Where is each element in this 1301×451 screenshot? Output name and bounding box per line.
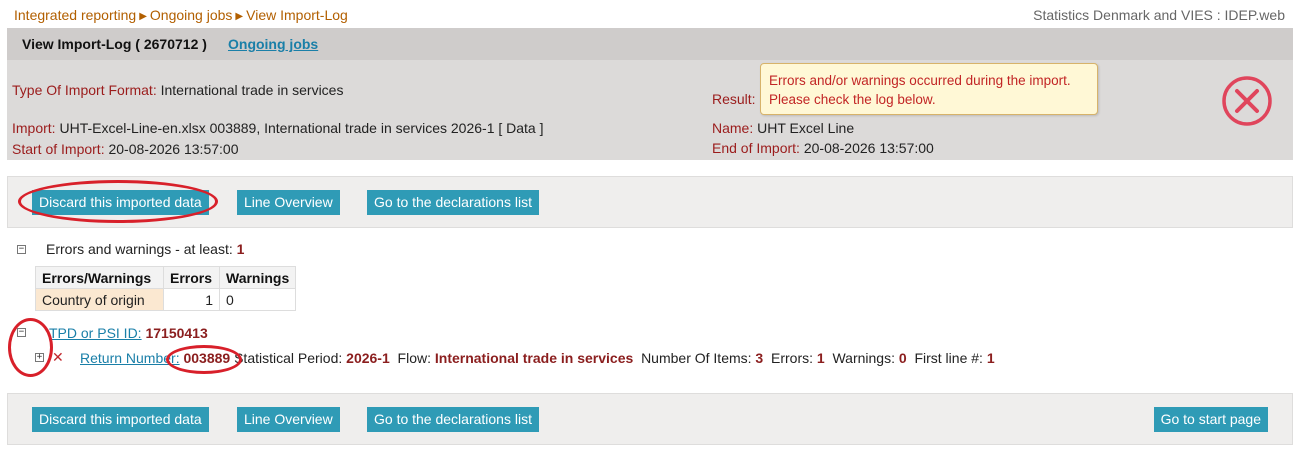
end-of-import-label: End of Import: — [712, 140, 800, 156]
table-cell-warnings: 0 — [218, 288, 297, 311]
page-title: View Import-Log ( 2670712 ) — [22, 36, 207, 52]
return-number-value: 003889 — [183, 350, 231, 366]
table-row: Country of origin 1 0 — [35, 288, 297, 311]
statistical-period-label: Statistical Period: — [234, 350, 343, 366]
start-page-button[interactable]: Go to start page — [1153, 407, 1268, 432]
end-of-import-row: End of Import: 20-08-2026 13:57:00 — [712, 140, 934, 156]
start-of-import-value: 20-08-2026 13:57:00 — [108, 141, 239, 157]
import-file-row: Import: UHT-Excel-Line-en.xlsx 003889, I… — [12, 120, 544, 136]
statistical-period-value: 2026-1 — [346, 350, 390, 366]
import-format-label: Type Of Import Format: — [12, 82, 157, 98]
name-row: Name: UHT Excel Line — [712, 120, 854, 136]
ongoing-jobs-link[interactable]: Ongoing jobs — [228, 36, 318, 52]
bottom-button-bar: Discard this imported data Line Overview… — [7, 393, 1293, 445]
line-overview-button-bottom[interactable]: Line Overview — [237, 407, 340, 432]
errors-warnings-count: 1 — [236, 241, 245, 257]
top-button-bar: Discard this imported data Line Overview… — [7, 176, 1293, 228]
breadcrumb: Integrated reporting ▶ Ongoing jobs ▶ View I… — [14, 7, 348, 23]
start-of-import-row: Start of Import: 20-08-2026 13:57:00 — [12, 141, 238, 157]
tpd-link[interactable]: TPD or PSI ID: — [49, 325, 142, 341]
breadcrumb-ongoing-jobs[interactable]: Ongoing jobs — [150, 7, 233, 23]
site-title: Statistics Denmark and VIES : IDEP.web — [1033, 7, 1285, 23]
name-label: Name: — [712, 120, 754, 136]
result-label: Result: — [712, 91, 756, 107]
top-bar: Integrated reporting ▶ Ongoing jobs ▶ View I… — [0, 0, 1301, 28]
breadcrumb-view-import-log[interactable]: View Import-Log — [246, 7, 348, 23]
column-header-warnings: Warnings — [218, 266, 297, 289]
expand-return-icon[interactable]: + — [35, 353, 44, 362]
table-cell-category: Country of origin — [35, 288, 164, 311]
import-info-panel: Type Of Import Format: International tra… — [7, 60, 1293, 160]
line-overview-button[interactable]: Line Overview — [237, 190, 340, 215]
errors-warnings-table: Errors/Warnings Errors Warnings Country … — [35, 266, 297, 311]
start-of-import-label: Start of Import: — [12, 141, 105, 157]
warnings-value: 0 — [898, 350, 907, 366]
return-row: Return Number: 003889 Statistical Period… — [80, 350, 995, 366]
return-number-link[interactable]: Return Number: — [80, 350, 180, 366]
number-of-items-label: Number Of Items: — [641, 350, 752, 366]
breadcrumb-integrated-reporting[interactable]: Integrated reporting — [14, 7, 136, 23]
alert-line-2: Please check the log below. — [769, 92, 936, 107]
errors-warnings-label: Errors and warnings - at least: — [46, 241, 233, 257]
errors-warnings-summary: Errors and warnings - at least: 1 — [46, 241, 244, 257]
discard-imported-data-button[interactable]: Discard this imported data — [32, 190, 209, 215]
alert-line-1: Errors and/or warnings occurred during t… — [769, 73, 1071, 88]
flow-value: International trade in services — [434, 350, 634, 366]
header-band: View Import-Log ( 2670712 ) Ongoing jobs — [7, 28, 1293, 60]
end-of-import-value: 20-08-2026 13:57:00 — [803, 140, 934, 156]
collapse-tpd-icon[interactable]: − — [17, 328, 26, 337]
warnings-label: Warnings: — [832, 350, 895, 366]
name-value: UHT Excel Line — [757, 120, 855, 136]
import-format-value: International trade in services — [160, 82, 344, 98]
red-x-icon: ✕ — [52, 349, 64, 365]
number-of-items-value: 3 — [755, 350, 764, 366]
import-warning-alert: Errors and/or warnings occurred during t… — [760, 63, 1098, 115]
collapse-errors-icon[interactable]: − — [17, 245, 26, 254]
error-circle-x-icon — [1222, 76, 1272, 126]
declarations-list-button[interactable]: Go to the declarations list — [367, 190, 539, 215]
tpd-row: TPD or PSI ID: 17150413 — [49, 325, 208, 341]
breadcrumb-separator-icon: ▶ — [139, 11, 147, 22]
flow-label: Flow: — [397, 350, 431, 366]
import-format-row: Type Of Import Format: International tra… — [12, 82, 343, 98]
first-line-value: 1 — [986, 350, 995, 366]
tpd-value: 17150413 — [145, 325, 208, 341]
column-header-errors: Errors — [163, 266, 220, 289]
breadcrumb-separator-icon: ▶ — [235, 11, 244, 22]
declarations-list-button-bottom[interactable]: Go to the declarations list — [367, 407, 539, 432]
errors-label: Errors: — [771, 350, 813, 366]
table-header-row: Errors/Warnings Errors Warnings — [35, 266, 297, 289]
import-file-value: UHT-Excel-Line-en.xlsx 003889, Internati… — [59, 120, 544, 136]
first-line-label: First line #: — [914, 350, 983, 366]
errors-value: 1 — [816, 350, 825, 366]
table-cell-errors: 1 — [163, 288, 220, 311]
discard-imported-data-button-bottom[interactable]: Discard this imported data — [32, 407, 209, 432]
column-header-errors-warnings: Errors/Warnings — [35, 266, 164, 289]
import-file-label: Import: — [12, 120, 56, 136]
annotation-ellipse-toggle — [8, 318, 53, 377]
result-row: Result: — [712, 91, 756, 107]
